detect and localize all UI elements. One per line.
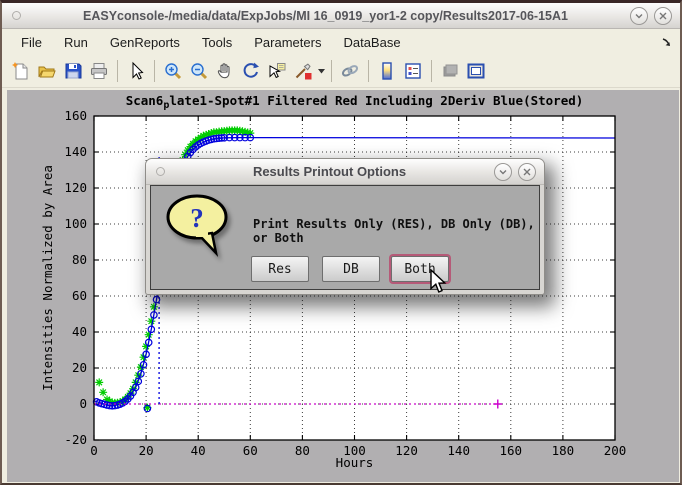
db-button[interactable]: DB [322, 256, 380, 282]
menu-tools[interactable]: Tools [191, 32, 243, 53]
menu-bar: File Run GenReports Tools Parameters Dat… [2, 29, 680, 55]
window-menu-icon[interactable] [12, 11, 21, 20]
open-folder-icon [37, 61, 57, 81]
menu-genreports[interactable]: GenReports [99, 32, 191, 53]
toolbar-separator [431, 60, 432, 82]
dialog-message: Print Results Only (RES), DB Only (DB), … [253, 217, 538, 245]
dock-figure-button[interactable] [463, 58, 489, 84]
dialog-controls [494, 163, 536, 181]
question-mark: ? [190, 203, 204, 233]
legend-icon [403, 61, 423, 81]
snapshot-button[interactable] [437, 58, 463, 84]
print-icon [89, 61, 109, 81]
window-controls [630, 7, 672, 25]
data-cursor-icon [267, 61, 287, 81]
pan-hand-icon [215, 61, 235, 81]
chevron-down-icon [633, 10, 645, 22]
toolbar-separator [368, 60, 369, 82]
results-printout-dialog: Results Printout Options ? Print Results… [145, 158, 545, 295]
dialog-close-button[interactable] [518, 163, 536, 181]
zoom-in-icon [163, 61, 183, 81]
toolbar-separator [117, 60, 118, 82]
zoom-out-button[interactable] [186, 58, 212, 84]
zoom-in-button[interactable] [160, 58, 186, 84]
toolbar [2, 55, 680, 88]
shade-button[interactable] [630, 7, 648, 25]
brush-dropdown-caret[interactable] [316, 58, 326, 84]
window-titlebar[interactable]: EASYconsole-/media/data/ExpJobs/MI 16_09… [2, 3, 680, 29]
zoom-out-icon [189, 61, 209, 81]
caret-down-icon [318, 69, 325, 74]
pointer-icon [126, 61, 146, 81]
chevron-down-icon [497, 166, 509, 178]
dialog-shade-button[interactable] [494, 163, 512, 181]
close-icon [657, 10, 669, 22]
dialog-body: ? Print Results Only (RES), DB Only (DB)… [150, 185, 540, 290]
new-document-button[interactable] [8, 58, 34, 84]
save-icon [63, 61, 83, 81]
colorbar-icon [377, 61, 397, 81]
dialog-title: Results Printout Options [165, 164, 494, 179]
toolbar-separator [331, 60, 332, 82]
rotate-3d-button[interactable] [238, 58, 264, 84]
menu-database[interactable]: DataBase [332, 32, 411, 53]
colorbar-button[interactable] [374, 58, 400, 84]
link-plots-button[interactable] [337, 58, 363, 84]
new-document-icon [11, 61, 31, 81]
insert-legend-button[interactable] [400, 58, 426, 84]
link-plots-icon [340, 61, 360, 81]
close-icon [521, 166, 533, 178]
mouse-cursor [430, 269, 448, 295]
menu-run[interactable]: Run [53, 32, 99, 53]
dialog-menu-icon[interactable] [156, 167, 165, 176]
brush-button[interactable] [290, 58, 316, 84]
pan-button[interactable] [212, 58, 238, 84]
question-bubble-icon: ? [163, 191, 241, 259]
close-button[interactable] [654, 7, 672, 25]
app-window: EASYconsole-/media/data/ExpJobs/MI 16_09… [0, 0, 682, 485]
snapshot-icon [440, 61, 460, 81]
menu-parameters[interactable]: Parameters [243, 32, 332, 53]
res-button[interactable]: Res [251, 256, 309, 282]
dock-figure-icon [466, 61, 486, 81]
save-button[interactable] [60, 58, 86, 84]
rotate-3d-icon [241, 61, 261, 81]
toolbar-separator [154, 60, 155, 82]
window-title: EASYconsole-/media/data/ExpJobs/MI 16_09… [21, 9, 630, 23]
menu-file[interactable]: File [10, 32, 53, 53]
open-folder-button[interactable] [34, 58, 60, 84]
pointer-tool-button[interactable] [123, 58, 149, 84]
dialog-titlebar[interactable]: Results Printout Options [146, 159, 544, 185]
data-cursor-button[interactable] [264, 58, 290, 84]
menu-overflow-icon[interactable] [662, 37, 672, 47]
print-button[interactable] [86, 58, 112, 84]
brush-icon [293, 61, 313, 81]
